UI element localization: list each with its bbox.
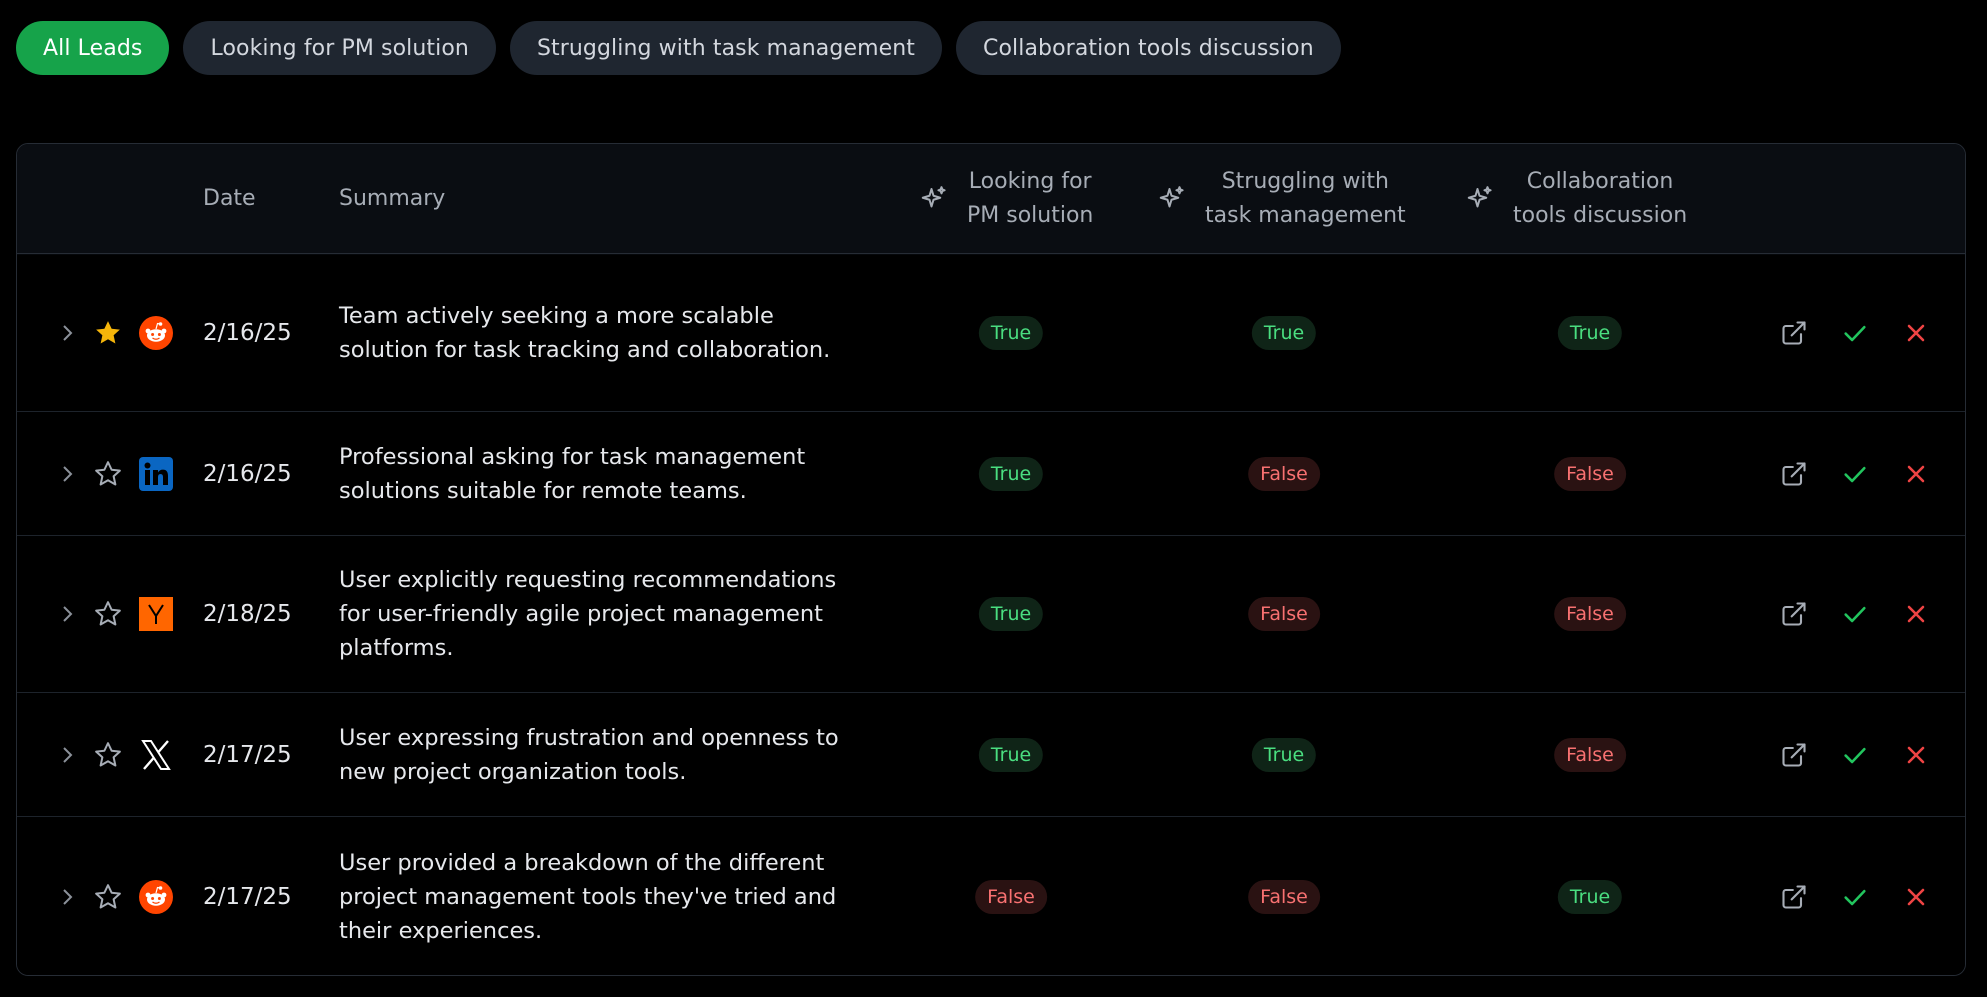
check-icon[interactable] [1841,883,1869,911]
chevron-right-icon[interactable] [55,321,79,345]
summary: User expressing frustration and openness… [339,724,839,785]
summary: Professional asking for task management … [339,443,806,504]
status-badge: True [978,597,1044,631]
header-date: Date [203,186,256,211]
chevron-right-icon[interactable] [55,462,79,486]
filter-bar: All Leads Looking for PM solution Strugg… [16,21,1341,75]
filter-pm-solution[interactable]: Looking for PM solution [183,21,496,75]
external-link-icon[interactable] [1780,319,1808,347]
table-row[interactable]: 2/16/25 Team actively seeking a more sca… [17,255,1965,412]
table-row[interactable]: 2/18/25 User explicitly requesting recom… [17,536,1965,693]
date: 2/16/25 [203,460,292,487]
status-badge: False [1248,880,1320,914]
star-outline-icon[interactable] [93,740,123,770]
status-badge: True [978,316,1044,350]
status-badge: False [1554,456,1626,491]
close-icon[interactable] [1902,883,1930,911]
header-col1-line1: Looking for [968,169,1092,194]
star-outline-icon[interactable] [93,599,123,629]
header-summary: Summary [339,186,446,211]
date: 2/18/25 [203,601,292,627]
status-badge: True [1251,737,1317,772]
status-badge: True [1557,316,1623,350]
status-badge: False [1554,597,1626,631]
close-icon[interactable] [1902,741,1930,769]
status-badge: True [1557,880,1623,914]
check-icon[interactable] [1841,460,1869,488]
x-icon [139,738,173,772]
reddit-icon [139,316,173,350]
external-link-icon[interactable] [1780,741,1808,769]
reddit-icon [139,880,173,914]
table-row[interactable]: 2/17/25 User provided a breakdown of the… [17,817,1965,975]
sparkle-icon [1157,184,1205,214]
header-col3-line2: tools discussion [1513,203,1688,228]
date: 2/17/25 [203,741,292,768]
summary: Team actively seeking a more scalable so… [339,303,831,363]
check-icon[interactable] [1841,741,1869,769]
header-col1[interactable]: Looking for PM solution [919,165,1093,233]
table-row[interactable]: 2/17/25 User expressing frustration and … [17,693,1965,817]
star-outline-icon[interactable] [93,882,123,912]
header-col3[interactable]: Collaboration tools discussion [1465,165,1687,233]
leads-table: Date Summary Looking for PM solution Stru… [16,143,1966,976]
star-icon[interactable] [93,318,123,348]
linkedin-icon [139,456,173,491]
status-badge: False [975,880,1047,914]
close-icon[interactable] [1902,319,1930,347]
check-icon[interactable] [1841,319,1869,347]
status-badge: False [1248,456,1320,491]
table-row[interactable]: 2/16/25 Professional asking for task man… [17,412,1965,536]
status-badge: False [1248,597,1320,631]
filter-task-management[interactable]: Struggling with task management [509,21,943,75]
ycombinator-icon [139,597,173,631]
summary: User provided a breakdown of the differe… [339,850,837,944]
status-badge: True [1251,316,1317,350]
status-badge: True [978,737,1044,772]
sparkle-icon [1465,184,1513,214]
chevron-right-icon[interactable] [55,743,79,767]
chevron-right-icon[interactable] [55,602,79,626]
chevron-right-icon[interactable] [55,885,79,909]
status-badge: True [978,456,1044,491]
table-header: Date Summary Looking for PM solution Stru… [17,144,1965,254]
external-link-icon[interactable] [1780,600,1808,628]
header-col2-line2: task management [1205,203,1406,228]
header-col2[interactable]: Struggling with task management [1157,165,1406,233]
sparkle-icon [919,184,967,214]
filter-collaboration[interactable]: Collaboration tools discussion [956,21,1341,75]
external-link-icon[interactable] [1780,460,1808,488]
summary: User explicitly requesting recommendatio… [339,567,837,661]
close-icon[interactable] [1902,460,1930,488]
check-icon[interactable] [1841,600,1869,628]
header-col2-line1: Struggling with [1221,169,1389,194]
date: 2/17/25 [203,884,292,910]
close-icon[interactable] [1902,600,1930,628]
external-link-icon[interactable] [1780,883,1808,911]
status-badge: False [1554,737,1626,772]
header-col3-line1: Collaboration [1526,169,1674,194]
filter-all-leads[interactable]: All Leads [16,21,170,75]
date: 2/16/25 [203,320,292,346]
header-col1-line2: PM solution [967,203,1094,228]
star-outline-icon[interactable] [93,459,123,489]
